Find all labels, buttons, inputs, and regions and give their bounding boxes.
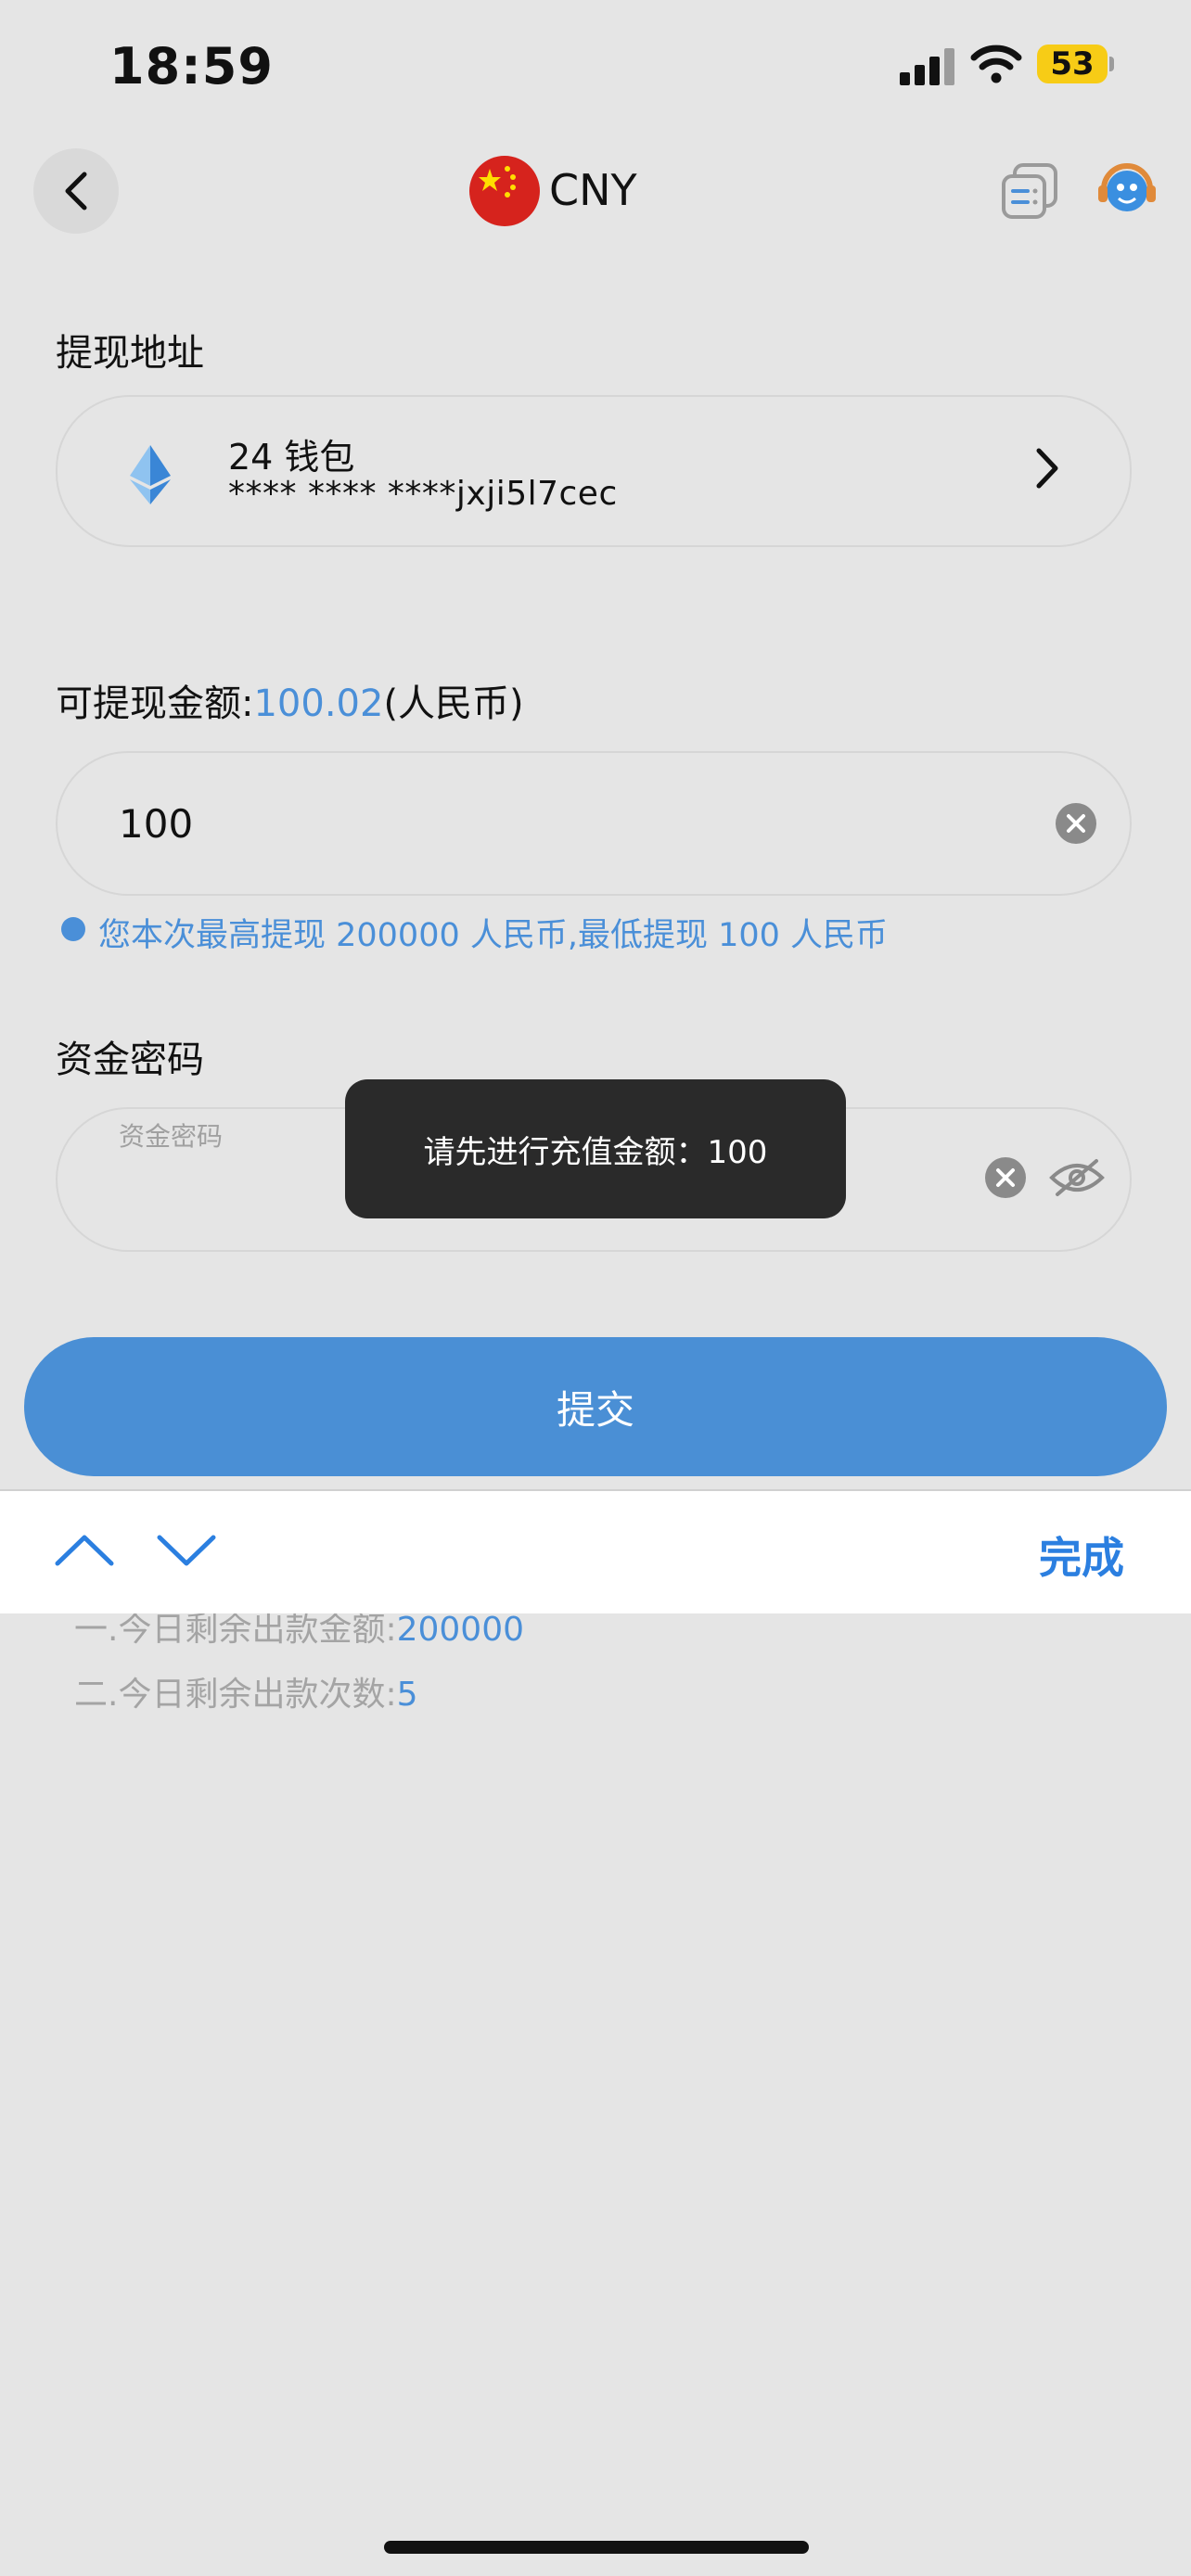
fund-password-placeholder: 资金密码 xyxy=(119,1121,224,1152)
clear-icon[interactable] xyxy=(985,1157,1026,1198)
submit-button[interactable]: 提交 xyxy=(24,1337,1167,1476)
wallet-selector[interactable] xyxy=(56,395,1132,547)
amount-input[interactable] xyxy=(119,794,954,853)
chevron-right-icon xyxy=(1036,448,1058,489)
available-amount-suffix: (人民币) xyxy=(383,682,524,725)
fund-password-label: 资金密码 xyxy=(56,1039,204,1081)
status-time: 18:59 xyxy=(109,37,274,96)
ethereum-icon xyxy=(130,445,171,504)
info-dot-icon xyxy=(61,917,85,941)
customer-service-icon[interactable] xyxy=(1095,156,1159,221)
chevron-down-icon[interactable] xyxy=(156,1532,217,1569)
withdraw-limit-hint: 您本次最高提现 200000 人民币,最低提现 100 人民币 xyxy=(98,917,889,954)
done-button[interactable]: 完成 xyxy=(1039,1524,1124,1586)
withdraw-address-label: 提现地址 xyxy=(56,332,204,375)
battery-level: 53 xyxy=(1050,45,1095,83)
currency-title: CNY xyxy=(549,165,637,215)
available-amount-value: 100.02 xyxy=(253,682,384,725)
back-button[interactable] xyxy=(33,148,119,234)
china-flag-icon xyxy=(469,156,540,226)
remaining-amount-label: 一.今日剩余出款金额: xyxy=(74,1611,397,1649)
toast-message: 请先进行充值金额：100 xyxy=(345,1079,846,1218)
available-amount-label: 可提现金额:100.02(人民币) xyxy=(56,673,524,727)
battery-tip xyxy=(1109,57,1114,71)
remaining-count-value: 5 xyxy=(396,1676,418,1714)
records-icon[interactable] xyxy=(1000,161,1061,223)
wallet-address: **** **** ****jxji5l7cec xyxy=(228,475,618,513)
wallet-name: 24 钱包 xyxy=(228,437,355,478)
home-indicator xyxy=(384,2541,809,2554)
remaining-count-row: 二.今日剩余出款次数:5 xyxy=(74,1667,417,1715)
eye-off-icon[interactable] xyxy=(1048,1157,1106,1198)
wifi-icon xyxy=(970,45,1022,83)
available-amount-prefix: 可提现金额: xyxy=(56,682,254,725)
battery-icon: 53 xyxy=(1037,45,1108,83)
chevron-left-icon xyxy=(65,172,87,210)
chevron-up-icon[interactable] xyxy=(54,1532,115,1569)
cellular-signal-icon xyxy=(900,48,954,85)
remaining-amount-value: 200000 xyxy=(396,1611,525,1649)
clear-icon[interactable] xyxy=(1056,803,1096,844)
remaining-count-label: 二.今日剩余出款次数: xyxy=(74,1676,397,1714)
